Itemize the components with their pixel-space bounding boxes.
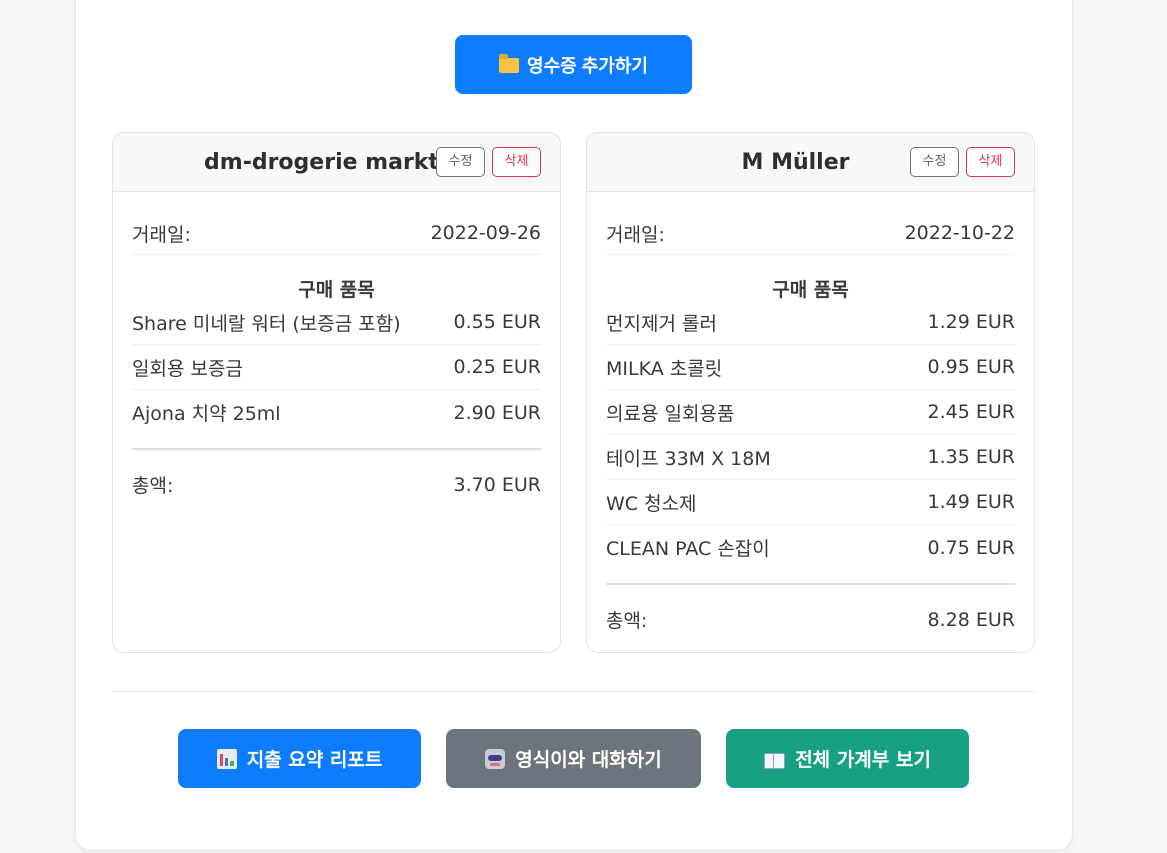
total-row: 총액: 8.28 EUR	[606, 583, 1015, 640]
date-row: 거래일: 2022-10-22	[606, 192, 1015, 255]
list-item: 테이프 33M X 18M 1.35 EUR	[606, 435, 1015, 480]
item-price: 1.49 EUR	[927, 491, 1015, 513]
chat-button[interactable]: 영식이와 대화하기	[446, 729, 701, 788]
list-item: Ajona 치약 25ml 2.90 EUR	[132, 390, 541, 435]
item-name: CLEAN PAC 손잡이	[606, 538, 770, 560]
item-name: Ajona 치약 25ml	[132, 403, 281, 425]
delete-button[interactable]: 삭제	[966, 147, 1015, 177]
folder-icon	[499, 54, 520, 73]
item-name: MILKA 초콜릿	[606, 357, 723, 380]
add-receipt-button[interactable]: 영수증 추가하기	[455, 35, 692, 94]
ledger-label: 전체 가계부 보기	[795, 749, 931, 771]
receipt-card: dm-drogerie markt 수정 삭제 거래일: 2022-09-26 …	[112, 132, 561, 653]
item-price: 0.55 EUR	[453, 311, 541, 333]
receipt-card: M Müller 수정 삭제 거래일: 2022-10-22 구매 품목 먼지제…	[586, 132, 1035, 653]
total-row: 총액: 3.70 EUR	[132, 448, 541, 505]
total-value: 3.70 EUR	[453, 473, 541, 496]
date-value: 2022-10-22	[904, 222, 1015, 244]
divider	[112, 691, 1035, 692]
item-name: 일회용 보증금	[132, 357, 243, 380]
item-list: 먼지제거 롤러 1.29 EUR MILKA 초콜릿 0.95 EUR 의료용 …	[606, 300, 1015, 570]
robot-icon	[485, 748, 506, 769]
item-name: 의료용 일회용품	[606, 402, 735, 425]
bar-chart-icon	[216, 748, 237, 769]
item-name: Share 미네랄 워터 (보증금 포함)	[132, 312, 401, 335]
total-value: 8.28 EUR	[927, 608, 1015, 631]
item-price: 0.75 EUR	[927, 536, 1015, 559]
edit-button[interactable]: 수정	[910, 147, 959, 177]
item-price: 2.45 EUR	[927, 401, 1015, 423]
total-label: 총액:	[132, 475, 174, 497]
total-label: 총액:	[606, 610, 648, 632]
expense-report-button[interactable]: 지출 요약 리포트	[178, 729, 421, 788]
date-label: 거래일:	[606, 223, 665, 246]
item-name: 테이프 33M X 18M	[606, 447, 771, 470]
date-label: 거래일:	[132, 223, 191, 246]
item-price: 2.90 EUR	[453, 401, 541, 424]
item-list: Share 미네랄 워터 (보증금 포함) 0.55 EUR 일회용 보증금 0…	[132, 300, 541, 435]
item-price: 1.29 EUR	[927, 311, 1015, 333]
add-receipt-label: 영수증 추가하기	[527, 55, 648, 76]
list-item: CLEAN PAC 손잡이 0.75 EUR	[606, 525, 1015, 570]
list-item: WC 청소제 1.49 EUR	[606, 480, 1015, 525]
list-item: 일회용 보증금 0.25 EUR	[132, 345, 541, 390]
receipt-card-header: dm-drogerie markt 수정 삭제	[113, 133, 560, 192]
date-value: 2022-09-26	[430, 222, 541, 244]
item-name: WC 청소제	[606, 492, 697, 515]
ledger-button[interactable]: 전체 가계부 보기	[726, 729, 969, 788]
list-item: MILKA 초콜릿 0.95 EUR	[606, 345, 1015, 390]
item-price: 0.95 EUR	[927, 356, 1015, 378]
edit-button[interactable]: 수정	[436, 147, 485, 177]
receipt-card-header: M Müller 수정 삭제	[587, 133, 1034, 192]
delete-button[interactable]: 삭제	[492, 147, 541, 177]
date-row: 거래일: 2022-09-26	[132, 192, 541, 255]
expense-report-label: 지출 요약 리포트	[246, 749, 383, 771]
item-price: 1.35 EUR	[927, 446, 1015, 468]
list-item: 의료용 일회용품 2.45 EUR	[606, 390, 1015, 435]
item-price: 0.25 EUR	[453, 356, 541, 378]
item-name: 먼지제거 롤러	[606, 312, 717, 335]
open-book-icon	[764, 752, 786, 769]
chat-label: 영식이와 대화하기	[515, 749, 662, 771]
